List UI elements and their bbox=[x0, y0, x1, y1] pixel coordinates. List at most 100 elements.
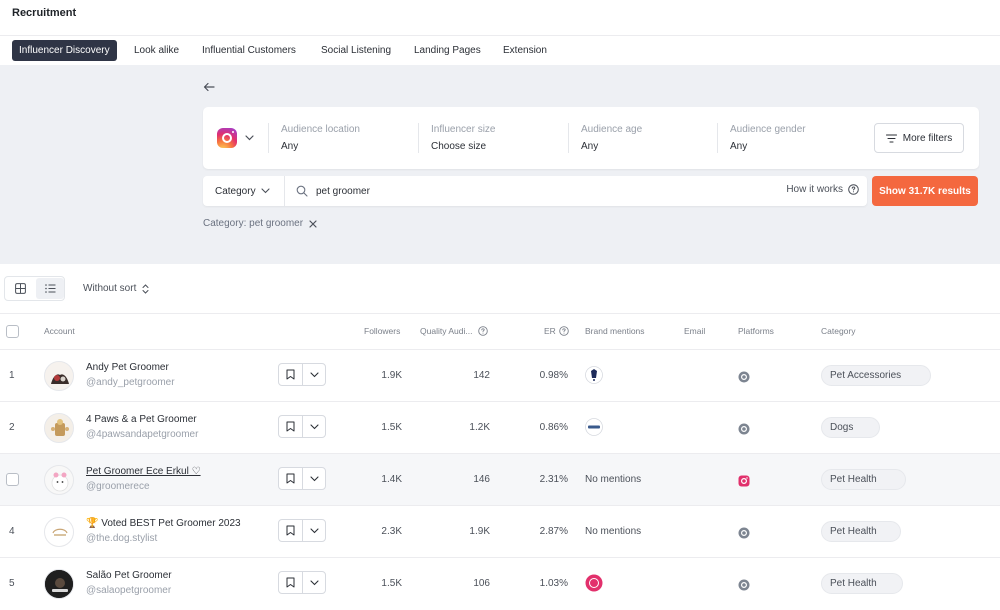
instagram-icon[interactable] bbox=[738, 527, 750, 539]
help-icon bbox=[848, 184, 859, 195]
quality-audience-value: 146 bbox=[473, 474, 490, 485]
avatar[interactable] bbox=[44, 517, 74, 547]
avatar[interactable] bbox=[44, 413, 74, 443]
how-it-works-link[interactable]: How it works bbox=[786, 184, 859, 195]
row-menu-button[interactable] bbox=[303, 468, 325, 489]
tab-look-alike[interactable]: Look alike bbox=[127, 40, 186, 61]
avatar[interactable] bbox=[44, 569, 74, 599]
account-handle: @salaopetgroomer bbox=[86, 585, 172, 596]
audience-location-filter[interactable]: Audience location Any bbox=[281, 124, 360, 152]
tab-landing-pages[interactable]: Landing Pages bbox=[407, 40, 488, 61]
category-tag[interactable]: Pet Health bbox=[821, 521, 901, 542]
table-row[interactable]: 1 Andy Pet Groomer @andy_petgroomer 1.9K… bbox=[0, 349, 1000, 401]
tab-influencer-discovery[interactable]: Influencer Discovery bbox=[12, 40, 117, 61]
bookmark-button[interactable] bbox=[279, 572, 303, 593]
row-menu-button[interactable] bbox=[303, 572, 325, 593]
row-checkbox[interactable] bbox=[6, 473, 19, 486]
back-arrow-icon[interactable] bbox=[203, 81, 215, 93]
account-name[interactable]: Salão Pet Groomer bbox=[86, 570, 172, 581]
header-brand-mentions[interactable]: Brand mentions bbox=[585, 326, 645, 336]
brand-logo-icon[interactable] bbox=[585, 366, 603, 384]
account-name[interactable]: Pet Groomer Ece Erkul ♡ bbox=[86, 466, 201, 477]
table-row[interactable]: 5 Salão Pet Groomer @salaopetgroomer 1.5… bbox=[0, 557, 1000, 609]
category-select[interactable]: Category bbox=[203, 176, 285, 206]
chip-label: Category: pet groomer bbox=[203, 218, 304, 229]
header-followers[interactable]: Followers bbox=[364, 326, 400, 336]
audience-age-filter[interactable]: Audience age Any bbox=[581, 124, 642, 152]
bookmark-button[interactable] bbox=[279, 416, 303, 437]
row-actions bbox=[278, 467, 326, 490]
category-tag[interactable]: Pet Health bbox=[821, 573, 903, 594]
tab-extension[interactable]: Extension bbox=[496, 40, 554, 61]
divider bbox=[418, 123, 419, 153]
bookmark-button[interactable] bbox=[279, 364, 303, 385]
instagram-icon[interactable] bbox=[738, 371, 750, 383]
avatar[interactable] bbox=[44, 361, 74, 391]
search-input[interactable] bbox=[316, 183, 756, 199]
instagram-icon[interactable] bbox=[738, 475, 750, 487]
category-tag[interactable]: Dogs bbox=[821, 417, 880, 438]
instagram-icon bbox=[217, 128, 237, 148]
bookmark-button[interactable] bbox=[279, 468, 303, 489]
audience-gender-filter[interactable]: Audience gender Any bbox=[730, 124, 806, 152]
bookmark-icon bbox=[286, 421, 295, 432]
list-icon bbox=[44, 284, 55, 293]
platform-select[interactable] bbox=[217, 126, 257, 150]
row-actions bbox=[278, 415, 326, 438]
instagram-icon[interactable] bbox=[738, 579, 750, 591]
er-value: 0.86% bbox=[539, 422, 568, 433]
category-select-label: Category bbox=[215, 185, 256, 197]
account-handle: @4pawsandapetgroomer bbox=[86, 429, 199, 440]
instagram-icon[interactable] bbox=[738, 423, 750, 435]
info-icon bbox=[478, 326, 489, 336]
show-results-button[interactable]: Show 31.7K results bbox=[872, 176, 978, 206]
tab-social-listening[interactable]: Social Listening bbox=[314, 40, 398, 61]
row-menu-button[interactable] bbox=[303, 416, 325, 437]
grid-view-button[interactable] bbox=[6, 278, 34, 299]
brand-mentions-text: No mentions bbox=[585, 526, 642, 537]
header-quality-audience[interactable]: Quality Audi... bbox=[420, 326, 489, 336]
row-menu-button[interactable] bbox=[303, 520, 325, 541]
account-name[interactable]: 4 Paws & a Pet Groomer bbox=[86, 414, 197, 425]
select-all-checkbox[interactable] bbox=[6, 325, 19, 338]
account-name[interactable]: Andy Pet Groomer bbox=[86, 362, 169, 373]
close-icon[interactable] bbox=[309, 219, 317, 228]
header-platforms[interactable]: Platforms bbox=[738, 326, 774, 336]
header-category[interactable]: Category bbox=[821, 326, 856, 336]
sort-select[interactable]: Without sort bbox=[83, 283, 149, 294]
tab-bar: Influencer Discovery Look alike Influent… bbox=[0, 37, 1000, 65]
table-row[interactable]: 2 4 Paws & a Pet Groomer @4pawsandapetgr… bbox=[0, 401, 1000, 453]
page-title: Recruitment bbox=[12, 7, 77, 19]
header-label: ER bbox=[544, 326, 556, 336]
influencer-size-filter[interactable]: Influencer size Choose size bbox=[431, 124, 495, 152]
filter-icon bbox=[885, 133, 897, 143]
header-email[interactable]: Email bbox=[684, 326, 705, 336]
row-actions bbox=[278, 519, 326, 542]
er-value: 1.03% bbox=[539, 578, 568, 589]
row-menu-button[interactable] bbox=[303, 364, 325, 385]
more-filters-label: More filters bbox=[902, 132, 953, 144]
bookmark-button[interactable] bbox=[279, 520, 303, 541]
brand-logo-icon[interactable] bbox=[585, 574, 603, 592]
header-account[interactable]: Account bbox=[44, 326, 75, 336]
chevron-down-icon bbox=[245, 135, 254, 141]
row-actions bbox=[278, 363, 326, 386]
more-filters-button[interactable]: More filters bbox=[874, 123, 964, 153]
divider bbox=[268, 123, 269, 153]
brand-logo-icon[interactable] bbox=[585, 418, 603, 436]
bookmark-icon bbox=[286, 525, 295, 536]
chevron-down-icon bbox=[309, 527, 319, 533]
category-tag[interactable]: Pet Health bbox=[821, 469, 906, 490]
er-value: 0.98% bbox=[539, 370, 568, 381]
top-bar: Recruitment bbox=[0, 0, 1000, 36]
table-row[interactable]: 4 🏆 Voted BEST Pet Groomer 2023 @the.dog… bbox=[0, 505, 1000, 557]
header-er[interactable]: ER bbox=[544, 326, 569, 336]
account-handle: @andy_petgroomer bbox=[86, 377, 175, 388]
category-tag[interactable]: Pet Accessories bbox=[821, 365, 931, 386]
table-row[interactable]: Pet Groomer Ece Erkul ♡ @groomerece 1.4K… bbox=[0, 453, 1000, 505]
list-view-button[interactable] bbox=[36, 278, 64, 299]
tab-influential-customers[interactable]: Influential Customers bbox=[195, 40, 303, 61]
row-actions bbox=[278, 571, 326, 594]
avatar[interactable] bbox=[44, 465, 74, 495]
account-name[interactable]: 🏆 Voted BEST Pet Groomer 2023 bbox=[86, 518, 241, 529]
